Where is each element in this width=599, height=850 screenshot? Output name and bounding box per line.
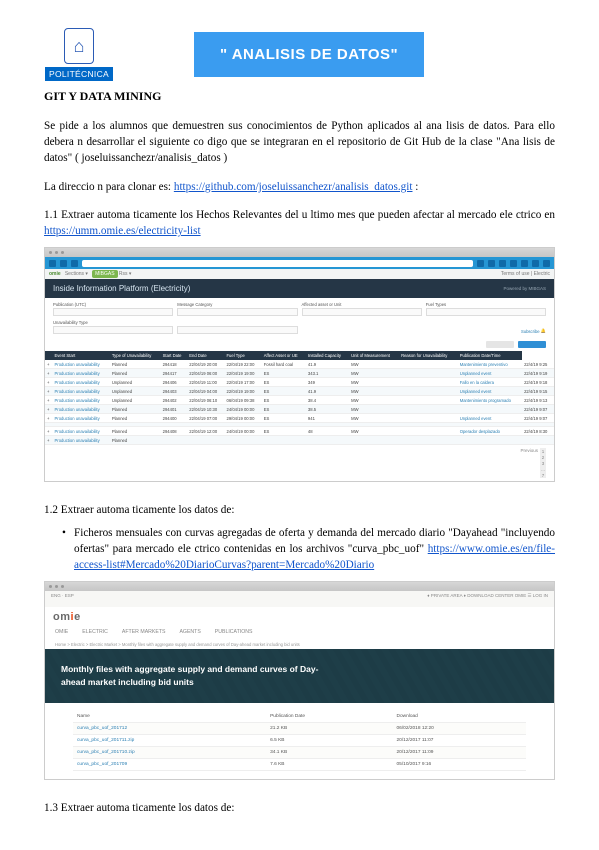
reset-button[interactable] [486,341,514,348]
table-row[interactable]: curva_pbc_uof_20171221.2 KB06/02/2018 12… [73,722,526,734]
doc-header: ⌂ POLITÉCNICA " ANALISIS DE DATOS" [44,28,555,81]
browser-chrome [45,248,554,257]
subscribe-link[interactable]: Subscribe [521,329,540,334]
input-asset[interactable] [302,308,422,316]
omie-nav: OMIE ELECTRIC AFTER MARKETS AGENTS PUBLICATI… [45,627,554,640]
table-header: Reason for Unavailability [399,351,458,360]
github-link[interactable]: https://github.com/joseluissanchezr/anal… [174,181,413,193]
input-category[interactable] [177,308,297,316]
hero-banner: Monthly files with aggregate supply and … [45,649,554,703]
table-header: Start Date [161,351,188,360]
table-header: Event Start [53,351,110,360]
nav-item[interactable]: PUBLICATIONS [215,629,253,635]
table-row[interactable]: +Production unavailabilityUnplanned29440… [45,396,554,405]
table-row[interactable]: +Production unavailabilityUnplanned29440… [45,378,554,387]
powered-label: Powered by MIBGAS [503,286,546,291]
url-bar [45,257,554,269]
screenshot-umm: omie Sections ▾ MIBGAS Rss ▾ Terms of us… [44,247,555,482]
item-1-1: 1.1 Extraer automa ticamente los Hechos … [44,207,555,239]
nav-item[interactable]: ELECTRIC [82,629,108,635]
table-header: Unit of Measurement [349,351,399,360]
nav-item[interactable]: AFTER MARKETS [122,629,166,635]
intro-p2-text: La direccio n para clonar es: [44,181,174,193]
input-fuel[interactable] [426,308,546,316]
events-table: Event StartType of UnavailabilityStart D… [45,351,554,445]
label-category: Message Category [177,302,297,307]
omie-logo: omie [45,607,554,627]
platform-title: Inside Information Platform (Electricity… [53,284,190,293]
topstrip-right-1: Terms of use | Electric [501,271,550,277]
breadcrumb: Home > Electric > Electric Market > Mont… [45,640,554,649]
label-publication: Publication (UTC) [53,302,173,307]
hero-line-1: Monthly files with aggregate supply and … [61,664,318,674]
logo-band: POLITÉCNICA [45,67,113,81]
nav-fwd-icon[interactable] [60,260,67,267]
university-logo: ⌂ POLITÉCNICA [44,28,114,81]
table-header: Publication Date/Time [458,351,522,360]
label-fuel: Fuel Types [426,302,546,307]
nav-item[interactable]: OMIE [55,629,68,635]
lang-switch[interactable]: ENG · ESP [51,593,74,605]
item-1-2-bullet: • Ficheros mensuales con curvas agregada… [62,525,555,574]
pager: Previous 123...7 [45,445,554,481]
table-header [45,351,53,360]
reload-icon[interactable] [71,260,78,267]
table-row[interactable]: +Production unavailabilityPlanned2944012… [45,405,554,414]
input-publication[interactable] [53,308,173,316]
platform-title-bar: Inside Information Platform (Electricity… [45,279,554,298]
crest-icon: ⌂ [64,28,94,64]
table-row[interactable]: curva_pbc_uof_201710.zip34.1 KB20/12/201… [73,746,526,758]
pager-page[interactable]: 7 [540,472,546,478]
page-title: " ANALISIS DE DATOS" [194,32,424,77]
table-row[interactable]: curva_pbc_uof_201711.zip6.5 KB20/12/2017… [73,734,526,746]
nav-back-icon[interactable] [49,260,56,267]
umm-link[interactable]: https://umm.omie.es/electricity-list [44,225,201,237]
table-header: Installed Capacity [306,351,349,360]
filter-row: Publication (UTC) Message Category Affec… [45,298,554,338]
item-1-3-heading: 1.3 Extraer automa ticamente los datos d… [44,800,555,816]
omie-top-right[interactable]: ♦ PRIVATE AREA ♦ DOWNLOAD CENTER OMIE ☰ … [427,593,548,605]
browser-chrome-2 [45,582,554,591]
omie-topbar: ENG · ESP ♦ PRIVATE AREA ♦ DOWNLOAD CENT… [45,591,554,607]
input-unavail-type[interactable] [53,326,173,334]
item-1-2-heading: 1.2 Extraer automa ticamente los datos d… [44,502,555,518]
table-header: Affect Asset or UE [262,351,306,360]
files-table: NamePublication DateDownloadcurva_pbc_uo… [73,711,526,771]
table-row[interactable]: +Production unavailabilityUnplanned29440… [45,387,554,396]
screenshot-omie-files: ENG · ESP ♦ PRIVATE AREA ♦ DOWNLOAD CENT… [44,581,555,780]
label-asset: Affected asset or Unit [302,302,422,307]
table-header: Type of Unavailability [110,351,161,360]
table-row[interactable]: curva_pbc_uof_2017097.6 KB05/10/2017 9:1… [73,758,526,770]
intro-p2-suffix: : [412,181,418,193]
table-row[interactable]: +Production unavailabilityPlanned2944172… [45,369,554,378]
nav-item[interactable]: AGENTS [179,629,200,635]
top-strip: omie Sections ▾ MIBGAS Rss ▾ Terms of us… [45,269,554,279]
table-header-row: NamePublication DateDownload [73,711,526,723]
search-button[interactable] [518,341,546,348]
hero-line-2: ahead market including bid units [61,677,194,687]
intro-paragraph-1: Se pide a los alumnos que demuestren sus… [44,118,555,167]
table-row[interactable]: +Production unavailabilityPlanned2944182… [45,360,554,369]
item-1-1-text: 1.1 Extraer automa ticamente los Hechos … [44,209,555,221]
table-header: Fuel Type [225,351,262,360]
intro-paragraph-2: La direccio n para clonar es: https://gi… [44,179,555,195]
table-row[interactable]: +Production unavailabilityPlanned2944002… [45,414,554,423]
table-header: End Date [187,351,224,360]
pager-prev[interactable]: Previous [520,448,538,478]
section-heading: GIT Y DATA MINING [44,89,555,104]
url-field[interactable] [82,260,473,267]
table-row[interactable]: +Production unavailabilityPlanned2944082… [45,427,554,436]
table-row[interactable]: +Production unavailabilityPlanned [45,436,554,445]
label-unavail-type: Unavailability Type [53,320,173,325]
